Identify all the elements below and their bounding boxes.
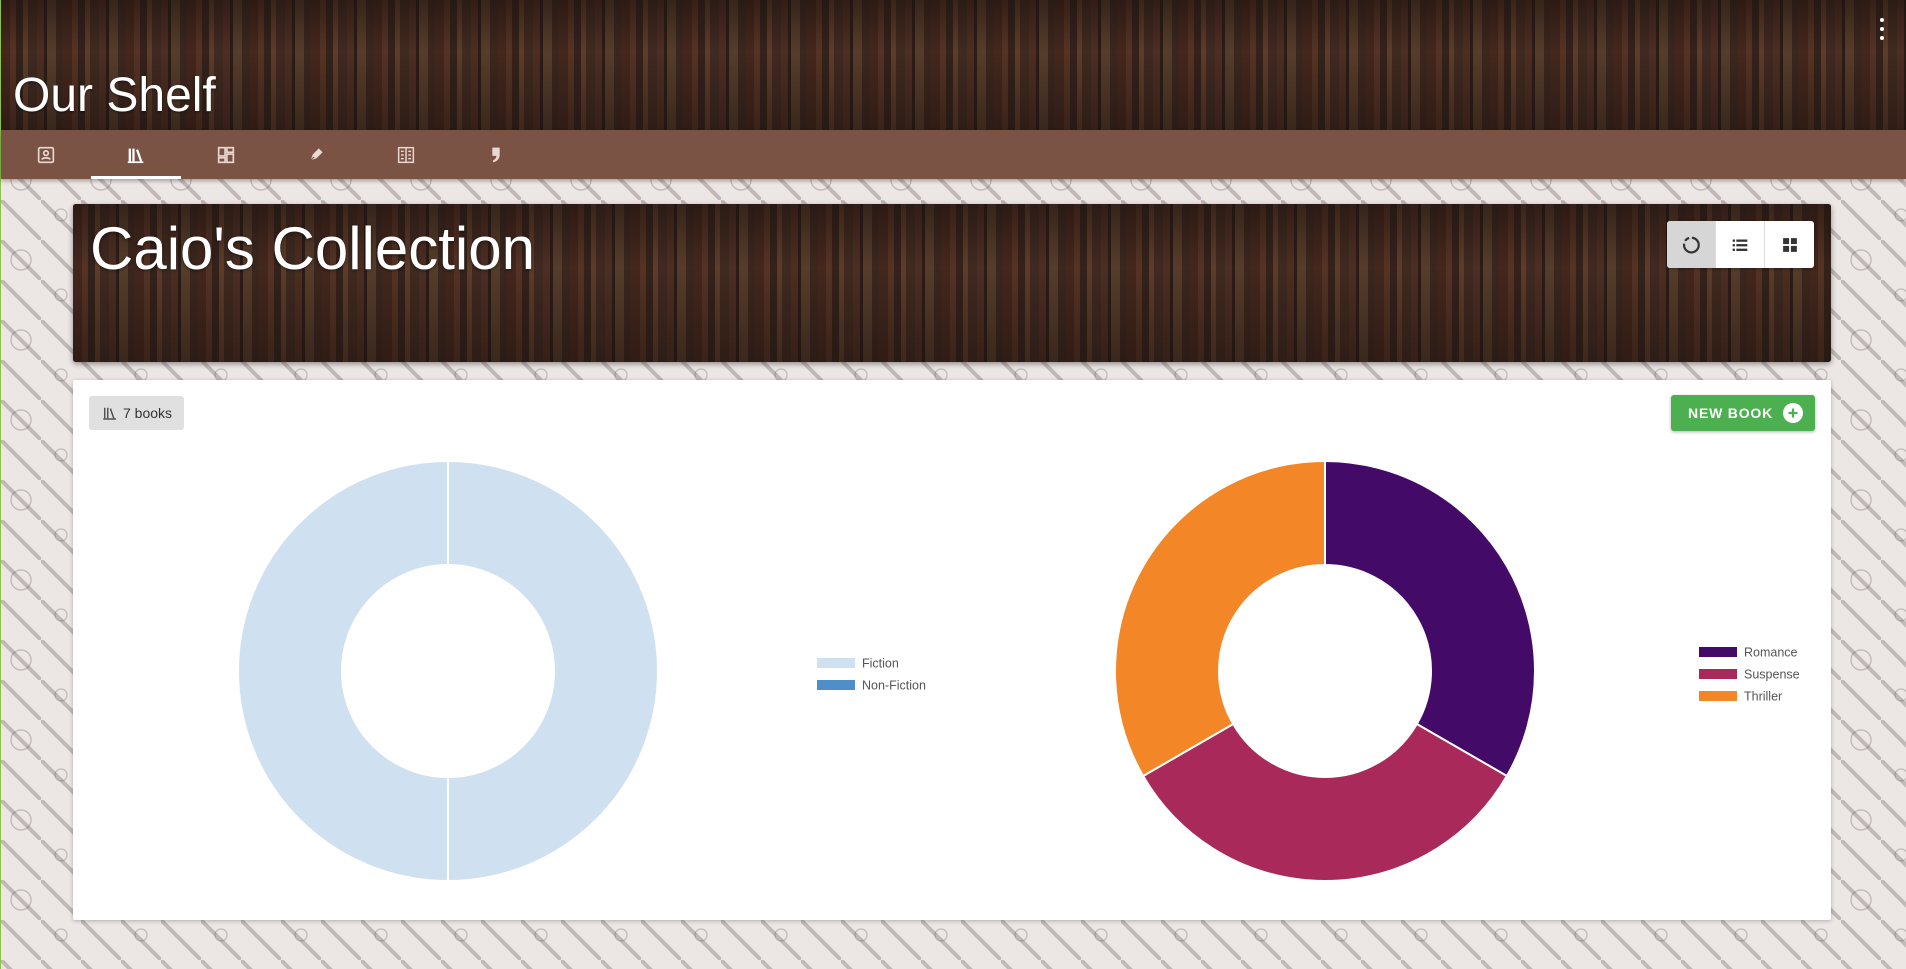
- legend-label[interactable]: Suspense: [1744, 668, 1800, 682]
- genre-charts: Fiction Non-Fiction Romance Suspense Thrille…: [237, 459, 1800, 883]
- legend-label[interactable]: Romance: [1744, 646, 1798, 660]
- tab-shelf[interactable]: [91, 130, 181, 179]
- contact-card-icon: [37, 146, 55, 163]
- book-count-label: 7 books: [123, 405, 173, 421]
- legend-swatch: [1699, 691, 1737, 701]
- book-count-badge: 7 books: [89, 396, 185, 430]
- legend-swatch: [817, 680, 855, 690]
- pen-nib-icon: [308, 146, 325, 162]
- legend-label[interactable]: Non-Fiction: [862, 679, 926, 693]
- app-header: Our Shelf: [1, 0, 1906, 130]
- tab-quotes[interactable]: [451, 130, 541, 179]
- view-mode-toggle: [1667, 221, 1814, 268]
- collection-card: Fiction Non-Fiction Romance Suspense Thrille…: [73, 380, 1831, 920]
- legend-label[interactable]: Fiction: [862, 657, 899, 671]
- legend-swatch: [817, 658, 855, 668]
- chart-view-button[interactable]: [1667, 221, 1716, 268]
- tab-profile[interactable]: [1, 130, 91, 179]
- tab-publishers[interactable]: [361, 130, 451, 179]
- library-books-icon: [127, 148, 144, 163]
- legend-swatch: [1699, 647, 1737, 657]
- donut-slice-thriller[interactable]: [1114, 459, 1326, 778]
- donut-slice-romance[interactable]: [1324, 459, 1536, 778]
- grid-view-button[interactable]: [1765, 221, 1814, 268]
- main-tab-bar: [1, 130, 1906, 179]
- tab-dashboard[interactable]: [181, 130, 271, 179]
- new-book-label: NEW BOOK: [1688, 405, 1773, 421]
- library-books-icon: [103, 407, 116, 420]
- tab-authors[interactable]: [271, 130, 361, 179]
- app-title: Our Shelf: [13, 69, 216, 122]
- quote-icon: [492, 147, 500, 162]
- building-icon: [397, 146, 415, 163]
- add-circle-icon: [1783, 403, 1803, 423]
- new-book-button[interactable]: NEW BOOK: [1671, 395, 1815, 431]
- dashboard-icon: [217, 146, 235, 163]
- donut-chart-icon: [1683, 236, 1700, 253]
- more-options-icon[interactable]: [1877, 18, 1887, 40]
- bookshelf-banner-image: [1, 0, 1906, 130]
- list-icon: [1732, 239, 1748, 251]
- grid-icon: [1782, 237, 1797, 252]
- list-view-button[interactable]: [1716, 221, 1765, 268]
- collection-banner: Caio's Collection: [73, 204, 1831, 362]
- collection-title: Caio's Collection: [90, 215, 535, 282]
- donut-slice-suspense[interactable]: [1141, 722, 1509, 882]
- legend-swatch: [1699, 669, 1737, 679]
- legend-label[interactable]: Thriller: [1744, 690, 1782, 704]
